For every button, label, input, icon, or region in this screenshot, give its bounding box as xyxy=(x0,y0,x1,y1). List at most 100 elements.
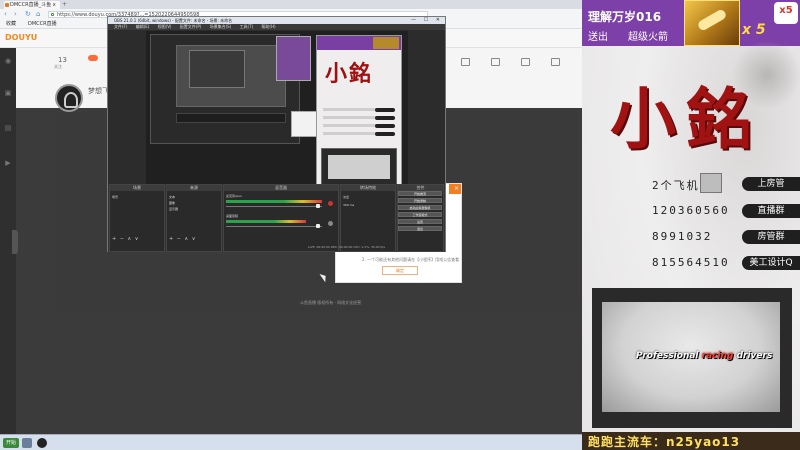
rocket-gift-icon xyxy=(684,0,740,46)
source-item[interactable]: 图像 xyxy=(169,201,175,205)
mixer-dock: 混音器 麦克风/Aux 桌面音频 xyxy=(223,184,339,252)
overlay-preview-row xyxy=(323,124,383,127)
category-nav-icon[interactable]: ▤ xyxy=(3,123,13,133)
obs-window: OBS 21.0.1 (64bit, windows) - 配置文件: 未命名 … xyxy=(107,16,446,252)
info-row-text: 8991032 xyxy=(652,230,713,243)
follower-count: 13 xyxy=(58,56,67,64)
follower-label: 关注 xyxy=(54,64,62,69)
overlay-preview-pill xyxy=(375,116,395,120)
tagline-part: drivers xyxy=(733,351,773,361)
sources-toolbar[interactable]: + − ∧ ∨ xyxy=(169,236,196,242)
gift-action: 送出 xyxy=(588,32,608,43)
mic-level-meter xyxy=(226,200,322,203)
menu-tools[interactable]: 工具(T) xyxy=(240,24,254,29)
info-row-text: 120360560 xyxy=(652,204,730,217)
plane-gift-icon xyxy=(700,173,722,193)
notification-badge xyxy=(88,55,98,61)
tab-title: DMCCR直播_斗鱼 x xyxy=(10,2,56,8)
obs-status-bar: LIVE: 00:00:00 REC: 00:00:00 CPU: 1.2%, … xyxy=(308,245,386,249)
transitions-dock-title: 转场特效 xyxy=(341,185,395,191)
menu-scene-collection[interactable]: 场景集合(S) xyxy=(210,24,232,29)
sidebar-collapse-handle[interactable] xyxy=(12,230,18,254)
scenes-toolbar[interactable]: + − ∧ ∨ xyxy=(112,236,139,242)
start-recording-button[interactable]: 开始录制 xyxy=(398,198,442,203)
new-tab-button[interactable]: + xyxy=(62,2,67,8)
confirm-button[interactable]: 确定 xyxy=(382,266,418,275)
taskbar: 开始 xyxy=(0,434,582,450)
video-nav-icon[interactable]: ▶ xyxy=(3,158,13,168)
desktop-mute-icon[interactable] xyxy=(328,221,333,226)
exit-button[interactable]: 退出 xyxy=(398,226,442,231)
taskbar-app-icon[interactable] xyxy=(22,438,32,448)
obs-dock-area: 场景 场景 + − ∧ ∨ 来源 文本 图像 显示器 + − ∧ ∨ 混音器 麦… xyxy=(108,184,445,252)
rocket-gift-icon xyxy=(373,37,399,49)
desktop-level-meter xyxy=(226,220,306,223)
menu-view[interactable]: 视图(V) xyxy=(158,24,172,29)
overlay-preview-row xyxy=(323,108,383,111)
racing-tagline: Professional racing drivers xyxy=(636,351,772,361)
overlay-logo: 小銘 xyxy=(610,80,762,158)
obs-title-bar: OBS 21.0.1 (64bit, windows) - 配置文件: 未命名 … xyxy=(108,17,445,24)
mic-mute-icon[interactable] xyxy=(328,201,333,206)
obs-menu-bar: 文件(F) 编辑(E) 视图(V) 配置文件(P) 场景集合(S) 工具(T) … xyxy=(108,24,445,30)
streamer-avatar[interactable] xyxy=(55,84,83,112)
obs-taskbar-icon[interactable] xyxy=(37,438,47,448)
transitions-dock: 转场特效 淡出 300 ms xyxy=(340,184,396,252)
live-nav-icon[interactable]: ▣ xyxy=(3,88,13,98)
window-controls[interactable]: — ☐ ✕ xyxy=(411,17,443,24)
source-item[interactable]: 显示器 xyxy=(169,207,178,211)
source-item[interactable]: 文本 xyxy=(169,195,175,199)
transition-duration[interactable]: 300 ms xyxy=(343,203,354,207)
mic-volume-knob[interactable] xyxy=(316,204,320,208)
bookmark-item[interactable]: DMCCR直播 xyxy=(28,20,57,29)
mixer-channel-label: 桌面音频 xyxy=(226,214,239,218)
tab-bar: DMCCR直播_斗鱼 x + xyxy=(0,0,582,9)
sources-dock: 来源 文本 图像 显示器 + − ∧ ∨ xyxy=(166,184,222,252)
menu-profile[interactable]: 配置文件(P) xyxy=(180,24,202,29)
menu-edit[interactable]: 编辑(E) xyxy=(136,24,150,29)
room-action-icon[interactable] xyxy=(521,58,530,66)
room-action-icon[interactable] xyxy=(491,58,500,66)
obs-preview[interactable]: 小銘 xyxy=(146,31,408,196)
info-row-pill: 房管群 xyxy=(742,230,800,244)
room-action-icon[interactable] xyxy=(551,58,560,66)
virtual-camera-button[interactable]: 启动虚拟摄像机 xyxy=(398,205,442,210)
start-streaming-button[interactable]: 开始推流 xyxy=(398,191,442,196)
info-row-text: 2个飞机 xyxy=(652,179,700,192)
menu-help[interactable]: 帮助(H) xyxy=(261,24,275,29)
desktop-volume-slider[interactable] xyxy=(226,226,322,227)
settings-button[interactable]: 设置 xyxy=(398,219,442,224)
obs-title-text: OBS 21.0.1 (64bit, windows) - 配置文件: 未命名 … xyxy=(114,18,233,23)
douyu-logo[interactable]: DOUYU xyxy=(5,33,37,42)
overlay-preview-banner xyxy=(321,148,397,186)
menu-file[interactable]: 文件(F) xyxy=(114,24,127,29)
desktop-volume-knob[interactable] xyxy=(316,224,320,228)
overlay-preview-row xyxy=(323,116,383,119)
info-row-pill: 上房管 xyxy=(742,177,800,191)
nested-preview xyxy=(176,45,286,107)
bookmark-item[interactable]: 收藏 xyxy=(6,20,16,29)
bottom-ticker: 跑跑主流车：n25yao13 xyxy=(582,432,800,450)
room-action-icon[interactable] xyxy=(461,58,470,66)
overlay-preview-panel: 小銘 xyxy=(316,35,402,195)
start-button[interactable]: 开始 xyxy=(3,438,20,448)
home-nav-icon[interactable]: ◉ xyxy=(3,56,13,66)
close-icon[interactable]: × xyxy=(454,184,459,194)
browser-tab[interactable]: DMCCR直播_斗鱼 x xyxy=(4,1,60,9)
refresh-icon[interactable]: ↻ xyxy=(25,10,31,19)
mic-volume-slider[interactable] xyxy=(226,206,322,207)
nested-overlay-thumbnail xyxy=(276,36,311,81)
home-icon[interactable]: ⌂ xyxy=(36,10,40,19)
back-icon[interactable]: ‹ xyxy=(4,10,7,19)
scene-item[interactable]: 场景 xyxy=(112,195,118,199)
overlay-preview-header xyxy=(317,36,401,50)
transition-select[interactable]: 淡出 xyxy=(343,195,349,199)
studio-mode-button[interactable]: 工作室模式 xyxy=(398,212,442,217)
screen: DMCCR直播_斗鱼 x + ‹ › ↻ ⌂ https://www.douyu… xyxy=(0,0,800,450)
tagline-highlight: racing xyxy=(701,351,734,361)
dialog-hint: 2. 一个可能还有其他问题请在【小程序】用戏公告查看 xyxy=(362,257,460,262)
forward-icon[interactable]: › xyxy=(14,10,17,19)
overlay-preview-pill xyxy=(375,124,395,128)
main-car-text: 跑跑主流车：n25yao13 xyxy=(588,435,741,449)
gift-count-badge: x5 xyxy=(774,2,798,24)
